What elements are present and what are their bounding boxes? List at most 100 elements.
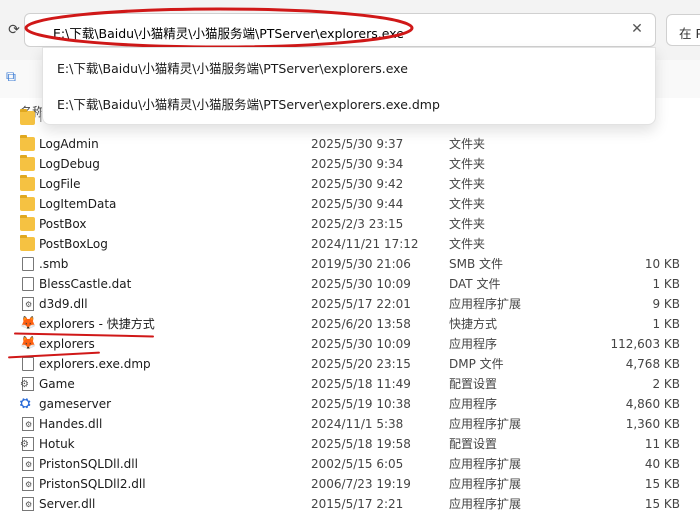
file-row[interactable]: ⛭ gameserver 2025/5/19 10:38 应用程序 4,860 KB <box>0 394 700 414</box>
file-row[interactable]: BlessCastle.dat 2025/5/30 10:09 DAT 文件 1 KB <box>0 274 700 294</box>
config-icon <box>20 377 34 391</box>
file-size: 1,360 KB <box>625 417 680 431</box>
file-row[interactable]: PristonSQLDll.dll 2002/5/15 6:05 应用程序扩展 40 … <box>0 454 700 474</box>
folder-icon <box>20 175 35 191</box>
folder-icon <box>20 155 35 171</box>
address-bar[interactable]: E:\下载\Baidu\小猫精灵\小猫服务端\PTServer\explorer… <box>24 13 656 47</box>
file-date: 2019/5/30 21:06 <box>311 257 411 271</box>
dll-icon <box>22 297 34 311</box>
file-date: 2025/5/19 10:38 <box>311 397 411 411</box>
file-size: 40 KB <box>644 457 680 471</box>
file-size: 112,603 KB <box>610 337 680 351</box>
dll-icon <box>22 417 34 431</box>
file-row[interactable]: Game 2025/5/18 11:49 配置设置 2 KB <box>0 374 700 394</box>
file-row[interactable]: Server.dll 2015/5/17 2:21 应用程序扩展 15 KB <box>0 494 700 514</box>
file-row[interactable]: explorers.exe.dmp 2025/5/20 23:15 DMP 文件 4,… <box>0 354 700 374</box>
file-name: LogItemData <box>39 197 117 211</box>
file-type: 应用程序扩展 <box>449 297 522 311</box>
file-row[interactable]: d3d9.dll 2025/5/17 22:01 应用程序扩展 9 KB <box>0 294 700 314</box>
folder-icon <box>20 235 35 251</box>
search-placeholder: 在 P <box>679 26 700 41</box>
file-type: 文件夹 <box>449 237 486 251</box>
file-type: DMP 文件 <box>449 357 504 371</box>
file-date: 2025/5/17 22:01 <box>311 297 411 311</box>
file-type: 应用程序扩展 <box>449 457 522 471</box>
file-name: Server.dll <box>39 497 96 511</box>
file-row[interactable]: .smb 2019/5/30 21:06 SMB 文件 10 KB <box>0 254 700 274</box>
file-name: PostBox <box>39 217 87 231</box>
file-type: SMB 文件 <box>449 257 504 271</box>
address-suggestions: E:\下载\Baidu\小猫精灵\小猫服务端\PTServer\explorer… <box>42 47 656 125</box>
file-size: 1 KB <box>652 277 680 291</box>
file-row[interactable]: PristonSQLDll2.dll 2006/7/23 19:19 应用程序扩展 1… <box>0 474 700 494</box>
file-name: Game <box>39 377 75 391</box>
suggestion-item[interactable]: E:\下载\Baidu\小猫精灵\小猫服务端\PTServer\explorer… <box>57 58 408 80</box>
file-name: LogDebug <box>39 157 100 171</box>
file-row[interactable]: Hotuk 2025/5/18 19:58 配置设置 11 KB <box>0 434 700 454</box>
file-name: explorers - 快捷方式 <box>39 317 155 331</box>
file-date: 2025/5/18 19:58 <box>311 437 411 451</box>
search-input[interactable]: 在 P <box>666 14 700 46</box>
file-date: 2002/5/15 6:05 <box>311 457 404 471</box>
file-date: 2025/5/30 9:34 <box>311 157 404 171</box>
file-row[interactable]: LogItemData 2025/5/30 9:44 文件夹 <box>0 194 700 214</box>
file-row[interactable]: Handes.dll 2024/11/1 5:38 应用程序扩展 1,360 KB <box>0 414 700 434</box>
file-row[interactable]: LogAdmin 2025/5/30 9:37 文件夹 <box>0 134 700 154</box>
close-icon[interactable]: ✕ <box>629 21 645 37</box>
file-row[interactable]: 🦊 explorers 2025/5/30 10:09 应用程序 112,603 KB <box>0 334 700 354</box>
file-icon <box>22 277 34 291</box>
file-row[interactable]: LogFile 2025/5/30 9:42 文件夹 <box>0 174 700 194</box>
file-type: 文件夹 <box>449 217 486 231</box>
file-name: Hotuk <box>39 437 75 451</box>
file-name: LogAdmin <box>39 137 99 151</box>
address-path[interactable]: E:\下载\Baidu\小猫精灵\小猫服务端\PTServer\explorer… <box>53 23 404 42</box>
file-date: 2006/7/23 19:19 <box>311 477 411 491</box>
file-row[interactable]: LogDebug 2025/5/30 9:34 文件夹 <box>0 154 700 174</box>
dll-icon <box>22 497 34 511</box>
file-icon <box>22 257 34 271</box>
file-date: 2025/5/30 10:09 <box>311 337 411 351</box>
file-date: 2025/6/20 13:58 <box>311 317 411 331</box>
file-size: 4,768 KB <box>625 357 680 371</box>
file-row[interactable]: PostBox 2025/2/3 23:15 文件夹 <box>0 214 700 234</box>
folder-icon <box>20 135 35 151</box>
refresh-icon[interactable]: ⟳ <box>6 22 22 38</box>
file-size: 1 KB <box>652 317 680 331</box>
file-size: 15 KB <box>644 477 680 491</box>
file-type: 配置设置 <box>449 377 498 391</box>
file-row[interactable]: PostBoxLog 2024/11/21 17:12 文件夹 <box>0 234 700 254</box>
file-type: 配置设置 <box>449 437 498 451</box>
file-date: 2025/5/30 9:42 <box>311 177 404 191</box>
suggestion-item[interactable]: E:\下载\Baidu\小猫精灵\小猫服务端\PTServer\explorer… <box>57 94 440 116</box>
file-size: 15 KB <box>644 497 680 511</box>
file-date: 2025/5/18 11:49 <box>311 377 411 391</box>
copy-icon[interactable]: ⧉ <box>6 69 20 85</box>
file-date: 2025/5/30 9:37 <box>311 137 404 151</box>
file-type: 应用程序扩展 <box>449 497 522 511</box>
file-size: 9 KB <box>652 297 680 311</box>
file-type: 应用程序 <box>449 397 498 411</box>
file-type: DAT 文件 <box>449 277 501 291</box>
file-name: PristonSQLDll2.dll <box>39 477 146 491</box>
file-type: 应用程序扩展 <box>449 477 522 491</box>
file-type: 应用程序扩展 <box>449 417 522 431</box>
folder-icon <box>20 215 35 231</box>
file-date: 2025/5/30 9:44 <box>311 197 404 211</box>
gameserver-icon: ⛭ <box>20 396 31 411</box>
file-date: 2025/5/30 10:09 <box>311 277 411 291</box>
file-type: 文件夹 <box>449 197 486 211</box>
file-size: 2 KB <box>652 377 680 391</box>
file-size: 11 KB <box>644 437 680 451</box>
file-name: .smb <box>39 257 69 271</box>
file-row[interactable]: 🦊 explorers - 快捷方式 2025/6/20 13:58 快捷方式 1 KB <box>0 314 700 334</box>
file-icon <box>22 357 34 371</box>
file-name: PostBoxLog <box>39 237 108 251</box>
dll-icon <box>22 457 34 471</box>
file-size: 4,860 KB <box>625 397 680 411</box>
file-date: 2025/5/20 23:15 <box>311 357 411 371</box>
file-type: 应用程序 <box>449 337 498 351</box>
file-name: BlessCastle.dat <box>39 277 132 291</box>
file-type: 快捷方式 <box>449 317 498 331</box>
file-date: 2025/2/3 23:15 <box>311 217 404 231</box>
file-size: 10 KB <box>644 257 680 271</box>
